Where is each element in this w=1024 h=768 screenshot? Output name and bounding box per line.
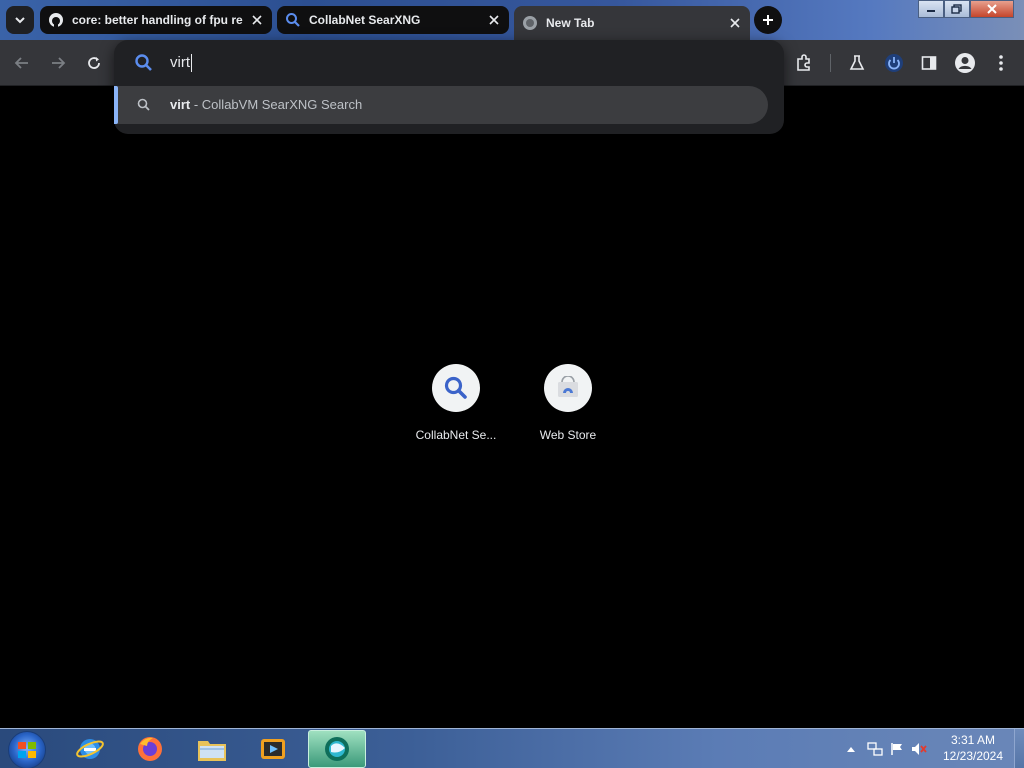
address-bar-text: virt	[170, 54, 190, 71]
taskbar-app-internet-explorer[interactable]	[63, 730, 117, 768]
shortcut-label: Web Store	[539, 428, 597, 442]
reload-icon	[88, 57, 100, 69]
media-player-icon	[261, 739, 285, 759]
suggestion-query: virt	[170, 97, 191, 112]
close-icon	[987, 4, 997, 14]
extensions-icon	[797, 54, 810, 71]
show-hidden-icons-button[interactable]	[844, 746, 858, 752]
taskbar-app-media-player[interactable]	[246, 730, 300, 768]
maximize-button[interactable]	[944, 0, 970, 18]
tab-title: core: better handling of fpu re	[72, 13, 243, 27]
menu-icon	[999, 55, 1003, 71]
chevron-up-icon	[847, 747, 855, 752]
suggestion-text: virt - CollabVM SearXNG Search	[170, 97, 362, 112]
taskbar-app-firefox[interactable]	[123, 730, 177, 768]
restore-icon	[951, 4, 962, 14]
shortcut-tile-web-store[interactable]: Web Store	[512, 364, 624, 454]
file-explorer-icon	[198, 741, 226, 761]
clock-time: 3:31 AM	[950, 733, 996, 747]
tab-search-button[interactable]	[6, 6, 34, 34]
shortcut-label: CollabNet Se...	[415, 428, 497, 442]
internet-explorer-icon	[76, 739, 104, 759]
action-center-tray-button[interactable]	[886, 742, 908, 756]
show-desktop-button[interactable]	[1014, 729, 1024, 768]
profile-button[interactable]	[954, 52, 976, 74]
taskbar-clock[interactable]: 3:31 AM 12/23/2024	[936, 732, 1010, 764]
tab-title: CollabNet SearXNG	[309, 13, 421, 27]
minimize-button[interactable]	[918, 0, 944, 18]
github-icon	[48, 12, 64, 28]
tab-searxng[interactable]: CollabNet SearXNG	[277, 6, 509, 34]
text-caret	[191, 54, 192, 73]
chevron-down-icon	[15, 17, 25, 24]
reload-button[interactable]	[83, 52, 105, 74]
side-panel-button[interactable]	[918, 52, 940, 74]
close-window-button[interactable]	[970, 0, 1014, 18]
extensions-button[interactable]	[793, 52, 815, 74]
windows-logo-icon	[18, 742, 36, 758]
shortcut-icon-circle	[544, 364, 592, 412]
tab-github[interactable]: core: better handling of fpu re	[40, 6, 272, 34]
new-tab-button[interactable]	[754, 6, 782, 34]
firefox-icon	[138, 737, 162, 761]
start-button[interactable]	[8, 731, 46, 768]
volume-muted-icon	[912, 743, 927, 755]
tab-new-tab[interactable]: New Tab	[514, 6, 750, 40]
window-controls	[918, 0, 1014, 18]
close-tab-icon[interactable]	[485, 11, 503, 29]
close-tab-icon[interactable]	[726, 14, 744, 32]
address-bar-input[interactable]: virt	[170, 52, 192, 74]
omnibox-suggestion[interactable]: virt - CollabVM SearXNG Search	[114, 86, 768, 124]
network-icon	[867, 742, 883, 756]
forward-button[interactable]	[47, 52, 69, 74]
system-tray	[844, 729, 930, 768]
labs-button[interactable]	[846, 52, 868, 74]
labs-icon	[849, 55, 865, 70]
shortcut-tile-searxng[interactable]: CollabNet Se...	[400, 364, 512, 454]
shortcut-icon-circle	[432, 364, 480, 412]
minimize-icon	[927, 10, 935, 12]
profile-icon	[955, 53, 975, 73]
search-icon	[444, 376, 467, 399]
taskbar-app-file-explorer[interactable]	[185, 730, 239, 768]
back-button[interactable]	[11, 52, 33, 74]
search-icon	[285, 12, 301, 28]
forward-icon	[52, 57, 66, 69]
volume-tray-button[interactable]	[908, 742, 930, 756]
power-extension-button[interactable]	[883, 52, 905, 74]
tab-strip: core: better handling of fpu re CollabNe…	[0, 0, 1024, 40]
toolbar-divider	[830, 54, 831, 72]
taskbar-app-chrome[interactable]	[308, 730, 366, 768]
power-icon	[885, 54, 903, 72]
webstore-icon	[558, 376, 578, 397]
flag-icon	[891, 743, 902, 755]
search-icon	[135, 54, 152, 71]
back-icon	[14, 57, 28, 69]
chrome-app-icon	[325, 737, 349, 761]
omnibox-popup: virt virt - CollabVM SearXNG Search	[114, 40, 784, 134]
globe-icon	[522, 15, 538, 31]
tab-title: New Tab	[546, 16, 595, 30]
close-tab-icon[interactable]	[248, 11, 266, 29]
plus-icon	[763, 15, 773, 25]
side-panel-icon	[921, 56, 937, 70]
menu-button[interactable]	[990, 52, 1012, 74]
network-tray-button[interactable]	[864, 741, 886, 757]
suggestion-selection-bar	[114, 86, 118, 124]
suggestion-engine: CollabVM SearXNG Search	[201, 97, 363, 112]
taskbar: 3:31 AM 12/23/2024	[0, 728, 1024, 768]
search-icon	[137, 98, 150, 111]
clock-date: 12/23/2024	[942, 749, 1004, 763]
suggestion-separator: -	[190, 97, 202, 112]
